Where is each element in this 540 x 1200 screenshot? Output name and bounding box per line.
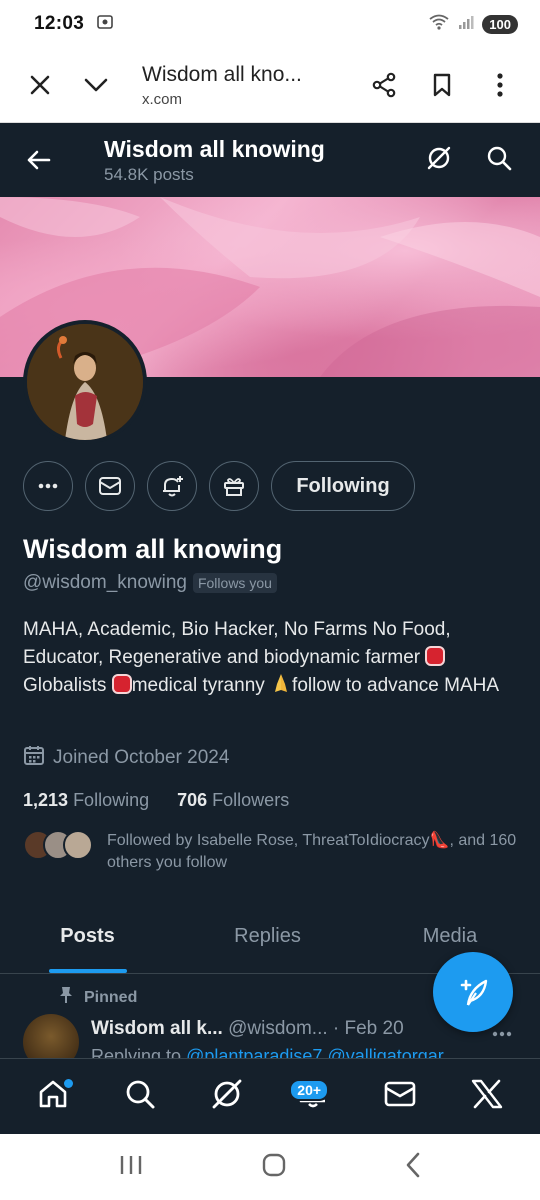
bio-text-1: MAHA, Academic, Bio Hacker, No Farms No … xyxy=(23,619,451,668)
wifi-icon xyxy=(428,13,450,36)
home-unread-dot xyxy=(64,1078,74,1088)
close-icon[interactable] xyxy=(20,65,60,105)
post-author-avatar[interactable] xyxy=(23,1014,79,1058)
browser-url: x.com xyxy=(142,90,183,108)
followed-by-row[interactable]: Followed by Isabelle Rose, ThreatToIdioc… xyxy=(23,830,523,874)
tab-replies[interactable]: Replies xyxy=(175,900,360,973)
browser-toolbar: Wisdom all kno... x.com xyxy=(0,48,540,123)
nav-search[interactable] xyxy=(110,1067,170,1127)
more-options-button[interactable] xyxy=(23,461,73,511)
message-button[interactable] xyxy=(85,461,135,511)
recent-apps-icon[interactable] xyxy=(118,1154,144,1181)
praying-hands-emoji-icon xyxy=(270,672,292,703)
search-icon[interactable] xyxy=(486,145,512,176)
follows-you-badge: Follows you xyxy=(192,573,277,593)
bottom-navigation: 20+ xyxy=(0,1058,540,1134)
header-profile-name: Wisdom all knowing xyxy=(104,135,325,162)
pin-icon xyxy=(58,986,74,1009)
status-time: 12:03 xyxy=(34,13,85,34)
post-more-icon[interactable] xyxy=(492,1024,512,1042)
replying-prefix: Replying to xyxy=(91,1046,182,1058)
notifications-badge: 20+ xyxy=(289,1078,330,1101)
battery-indicator: 100 xyxy=(482,14,518,34)
followers-count: 706 xyxy=(177,790,208,810)
stop-sign-emoji-icon xyxy=(425,646,446,666)
post-header: Wisdom all k... @wisdom... · Feb 20 xyxy=(91,1018,404,1040)
following-button[interactable]: Following xyxy=(271,461,415,511)
compose-post-button[interactable] xyxy=(433,952,513,1032)
grok-icon[interactable] xyxy=(426,145,452,176)
chevron-down-icon[interactable] xyxy=(76,65,116,105)
tab-posts[interactable]: Posts xyxy=(0,900,175,973)
followed-by-text: Followed by Isabelle Rose, ThreatToIdioc… xyxy=(107,832,517,871)
system-navigation-bar xyxy=(0,1134,540,1200)
following-label: Following xyxy=(73,790,150,810)
post-author-handle: @wisdom... xyxy=(228,1018,328,1039)
following-stat[interactable]: 1,213 Following xyxy=(23,790,149,811)
profile-avatar[interactable] xyxy=(23,320,147,444)
replying-to-line: Replying to @plantparadise7 @valligatorg… xyxy=(91,1046,444,1058)
bio-text-4: follow to advance MAHA xyxy=(292,675,500,696)
calendar-icon xyxy=(23,744,45,772)
mutual-avatar xyxy=(63,830,93,860)
stop-sign-emoji-icon xyxy=(111,674,132,694)
gift-button[interactable] xyxy=(209,461,259,511)
followers-label: Followers xyxy=(212,790,290,810)
bio-text-2: Globalists xyxy=(23,675,107,696)
mail-icon xyxy=(384,1080,416,1113)
post-date: · Feb 20 xyxy=(332,1018,404,1039)
bookmark-icon[interactable] xyxy=(422,65,462,105)
joined-date-row: Joined October 2024 xyxy=(23,744,229,772)
profile-handle: @wisdom_knowing xyxy=(23,572,187,593)
screen-record-icon xyxy=(96,13,114,35)
profile-name: Wisdom all knowing xyxy=(23,534,283,564)
profile-top-bar: Wisdom all knowing 54.8K posts xyxy=(0,123,540,197)
follow-stats: 1,213 Following 706 Followers xyxy=(23,790,289,811)
joined-date: Joined October 2024 xyxy=(53,747,230,768)
status-bar: 12:03 100 xyxy=(0,0,540,48)
nav-home[interactable] xyxy=(23,1067,83,1127)
header-post-count: 54.8K posts xyxy=(104,164,194,184)
notify-bell-button[interactable] xyxy=(147,461,197,511)
profile-bio: MAHA, Academic, Bio Hacker, No Farms No … xyxy=(23,616,523,703)
home-button-icon[interactable] xyxy=(261,1152,287,1183)
x-logo-icon xyxy=(471,1079,503,1114)
grok-icon xyxy=(211,1078,243,1115)
more-vert-icon[interactable] xyxy=(480,65,520,105)
followers-stat[interactable]: 706 Followers xyxy=(177,790,289,811)
pinned-indicator: Pinned xyxy=(58,986,137,1009)
replying-to-handles[interactable]: @plantparadise7 @valligatorgar xyxy=(186,1046,444,1058)
share-icon[interactable] xyxy=(364,65,404,105)
nav-notifications[interactable]: 20+ xyxy=(283,1067,343,1127)
profile-handle-row: @wisdom_knowing Follows you xyxy=(23,572,277,594)
signal-icon xyxy=(458,14,474,35)
browser-page-title: Wisdom all kno... xyxy=(142,62,302,86)
nav-messages[interactable] xyxy=(370,1067,430,1127)
bio-text-3: medical tyranny xyxy=(131,675,265,696)
nav-x[interactable] xyxy=(457,1067,517,1127)
back-arrow-icon[interactable] xyxy=(18,140,58,180)
post-author-name[interactable]: Wisdom all k... xyxy=(91,1018,223,1039)
search-icon xyxy=(124,1078,156,1115)
following-count: 1,213 xyxy=(23,790,69,810)
nav-grok[interactable] xyxy=(197,1067,257,1127)
back-icon[interactable] xyxy=(404,1152,422,1183)
pinned-label: Pinned xyxy=(84,988,138,1006)
